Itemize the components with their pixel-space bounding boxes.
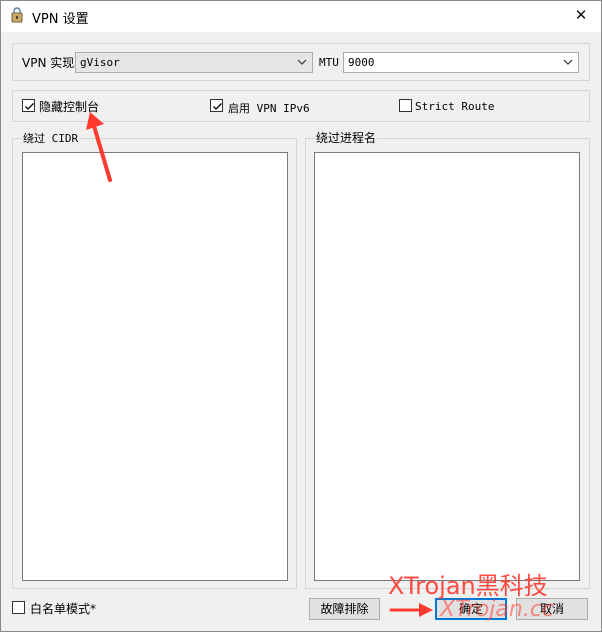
troubleshoot-button[interactable]: 故障排除 <box>309 598 380 620</box>
arrow-annotation-icon <box>389 600 435 620</box>
enable-ipv6-label: 启用 VPN IPv6 <box>228 102 310 115</box>
bypass-cidr-label: 绕过 CIDR <box>22 130 80 146</box>
app-icon <box>9 7 25 23</box>
mtu-label: MTU <box>319 56 339 69</box>
impl-select-value: gVisor <box>80 56 120 69</box>
window-title: VPN 设置 <box>32 12 89 27</box>
impl-label: VPN 实现 <box>22 56 75 70</box>
bypass-cidr-textarea[interactable] <box>22 152 288 581</box>
bypass-process-textarea[interactable] <box>314 152 580 581</box>
title-bar <box>0 0 602 32</box>
checkmark-icon <box>25 103 34 110</box>
strict-route-checkbox[interactable] <box>399 99 412 112</box>
chevron-down-icon <box>297 56 307 66</box>
whitelist-label: 白名单模式* <box>30 602 97 616</box>
bypass-process-label: 绕过进程名 <box>315 129 378 146</box>
hide-console-checkbox[interactable] <box>22 99 35 112</box>
impl-select[interactable]: gVisor <box>75 52 313 73</box>
watermark-text: XTrojan黑科技 <box>388 572 548 600</box>
chevron-down-icon <box>563 56 573 66</box>
checkmark-icon <box>213 103 222 110</box>
strict-route-label: Strict Route <box>415 100 495 113</box>
close-icon[interactable]: ✕ <box>560 0 602 30</box>
enable-ipv6-checkbox[interactable] <box>210 99 223 112</box>
whitelist-checkbox[interactable] <box>12 601 25 614</box>
watermark-url: XTrojan.cc <box>440 597 555 622</box>
mtu-select-value: 9000 <box>348 56 375 69</box>
mtu-select[interactable]: 9000 <box>343 52 579 73</box>
arrow-annotation-icon <box>80 108 120 184</box>
